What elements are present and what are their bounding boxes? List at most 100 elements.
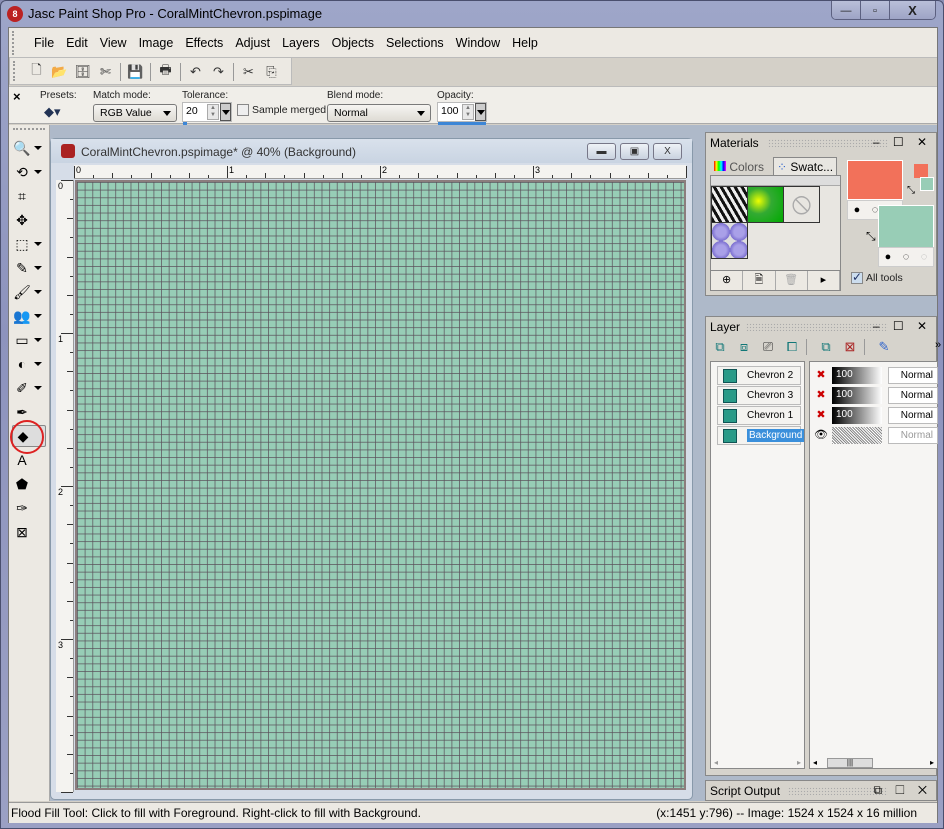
layer-item[interactable]: Chevron 1: [717, 406, 801, 425]
minimize-button[interactable]: —: [832, 1, 861, 19]
image-canvas[interactable]: [75, 180, 686, 790]
undo-icon[interactable]: ↶: [184, 62, 207, 81]
all-tools-checkbox[interactable]: ✓: [851, 270, 863, 284]
menu-file[interactable]: File: [28, 36, 60, 50]
paint-brush-tool[interactable]: 🖌: [12, 281, 46, 303]
scan-icon[interactable]: ✄: [94, 62, 117, 81]
eraser-tool[interactable]: ✐: [12, 377, 46, 399]
chevron-down-icon[interactable]: [34, 170, 42, 174]
swatch-purple-bubbles[interactable]: [711, 222, 748, 259]
layer-blend-mode[interactable]: Normal: [888, 387, 938, 404]
layer-item[interactable]: Chevron 2: [717, 366, 801, 385]
object-selector-tool[interactable]: ⊠: [12, 521, 46, 543]
swatch-none[interactable]: ⦸: [783, 186, 820, 223]
foreground-color-swatch[interactable]: [847, 160, 903, 200]
delete-layer-icon[interactable]: ⊠: [840, 339, 860, 355]
chevron-down-icon[interactable]: [34, 266, 42, 270]
palette-controls[interactable]: – ☐ ✕: [873, 135, 932, 149]
menu-objects[interactable]: Objects: [326, 36, 380, 50]
layer-grip[interactable]: [746, 323, 888, 331]
retouch-tool[interactable]: ▭: [12, 329, 46, 351]
solid-color-icon[interactable]: ●: [879, 248, 897, 266]
toolbar-grip[interactable]: [13, 61, 17, 81]
new-swatch-button[interactable]: 🗎: [743, 271, 776, 290]
open-icon[interactable]: 📂: [48, 62, 71, 81]
close-button[interactable]: X: [890, 1, 935, 19]
image-minimize-button[interactable]: ▬: [587, 143, 616, 160]
palette-controls[interactable]: ⧉ ☐ ✕: [874, 783, 932, 798]
new-adjustment-layer-icon[interactable]: ⧠: [782, 339, 802, 355]
layer-props-scrollbar[interactable]: ◂ ||| ▸: [809, 757, 938, 769]
background-color-swatch[interactable]: [878, 205, 934, 248]
chevron-down-icon[interactable]: [34, 338, 42, 342]
sample-merged-checkbox[interactable]: [237, 104, 249, 116]
hidden-eye-icon[interactable]: ✖: [812, 368, 830, 384]
psp-icon[interactable]: 8: [7, 6, 23, 22]
image-window-title-bar[interactable]: CoralMintChevron.pspimage* @ 40% (Backgr…: [51, 139, 692, 163]
foreground-mini-swatch[interactable]: [914, 164, 928, 178]
menu-window[interactable]: Window: [450, 36, 506, 50]
chevron-down-icon[interactable]: [34, 314, 42, 318]
image-restore-button[interactable]: ▣: [620, 143, 649, 160]
more-icon[interactable]: »: [928, 339, 944, 355]
menu-effects[interactable]: Effects: [179, 36, 229, 50]
menu-selections[interactable]: Selections: [380, 36, 450, 50]
deform-tool[interactable]: ⟲: [12, 161, 46, 183]
new-mask-layer-icon[interactable]: ⎚: [758, 339, 778, 355]
hidden-eye-icon[interactable]: ✖: [812, 408, 830, 424]
background-mini-swatch[interactable]: [920, 177, 934, 191]
menu-layers[interactable]: Layers: [276, 36, 326, 50]
layer-opacity-slider[interactable]: 100: [832, 387, 882, 404]
save-icon[interactable]: 💾: [124, 62, 147, 81]
edit-selection-icon[interactable]: ✎: [874, 339, 894, 355]
new-vector-layer-icon[interactable]: ⧈: [734, 339, 754, 355]
chevron-down-icon[interactable]: [34, 290, 42, 294]
layer-list-scrollbar[interactable]: ◂ ▸: [710, 757, 805, 769]
new-icon[interactable]: 🗋: [25, 62, 48, 81]
layer-opacity-slider[interactable]: 100: [832, 367, 882, 384]
tolerance-spinner[interactable]: ▲ ▼: [207, 104, 219, 120]
maximize-button[interactable]: ▫: [861, 1, 890, 19]
print-icon[interactable]: 🖶: [154, 62, 177, 81]
hidden-eye-icon[interactable]: ✖: [812, 388, 830, 404]
delete-swatch-button[interactable]: 🗑: [776, 271, 808, 290]
tolerance-dropdown[interactable]: [220, 103, 231, 121]
dropper-tool[interactable]: ✎: [12, 257, 46, 279]
opacity-spinner[interactable]: ▲ ▼: [462, 104, 474, 120]
pen-tool[interactable]: ✑: [12, 497, 46, 519]
layer-blend-mode[interactable]: Normal: [888, 407, 938, 424]
menu-adjust[interactable]: Adjust: [229, 36, 276, 50]
dodge-tool[interactable]: ◐: [12, 353, 46, 375]
match-mode-select[interactable]: RGB Value: [93, 104, 177, 122]
layer-item[interactable]: Chevron 3: [717, 386, 801, 405]
swatch-menu-button[interactable]: ▸: [808, 271, 840, 290]
scroll-up-button[interactable]: [711, 176, 840, 186]
close-icon[interactable]: ×: [13, 89, 21, 104]
menu-image[interactable]: Image: [133, 36, 180, 50]
gradient-icon[interactable]: ◌: [897, 248, 915, 266]
palette-controls[interactable]: – ☐ ✕: [873, 319, 932, 333]
blend-mode-select[interactable]: Normal: [327, 104, 431, 122]
menu-edit[interactable]: Edit: [60, 36, 94, 50]
layer-opacity-slider[interactable]: 100: [832, 427, 882, 444]
layer-opacity-slider[interactable]: 100: [832, 407, 882, 424]
tolerance-input[interactable]: 20 ▲ ▼: [182, 102, 232, 125]
chevron-down-icon[interactable]: [34, 362, 42, 366]
crop-tool[interactable]: ⌗: [12, 185, 46, 207]
pattern-icon[interactable]: ◌: [915, 248, 933, 266]
swap-mini-icon[interactable]: ⤡: [907, 185, 915, 196]
tab-swatches[interactable]: ⁘ Swatc...: [773, 157, 838, 176]
menu-help[interactable]: Help: [506, 36, 544, 50]
redo-icon[interactable]: ↷: [207, 62, 230, 81]
layer-blend-mode[interactable]: Normal: [888, 427, 938, 444]
opacity-dropdown[interactable]: [475, 103, 486, 121]
solid-color-icon[interactable]: ●: [848, 201, 866, 219]
clone-tool[interactable]: 👥: [12, 305, 46, 327]
layer-item[interactable]: Background: [717, 426, 805, 445]
flood-fill-preset-icon[interactable]: ◆▾: [44, 104, 61, 120]
eye-icon[interactable]: 👁: [812, 428, 830, 444]
tab-colors[interactable]: Colors: [714, 160, 764, 174]
swatch-zebra[interactable]: [711, 186, 748, 223]
opacity-input[interactable]: 100 ▲ ▼: [437, 102, 487, 125]
chevron-down-icon[interactable]: [34, 146, 42, 150]
